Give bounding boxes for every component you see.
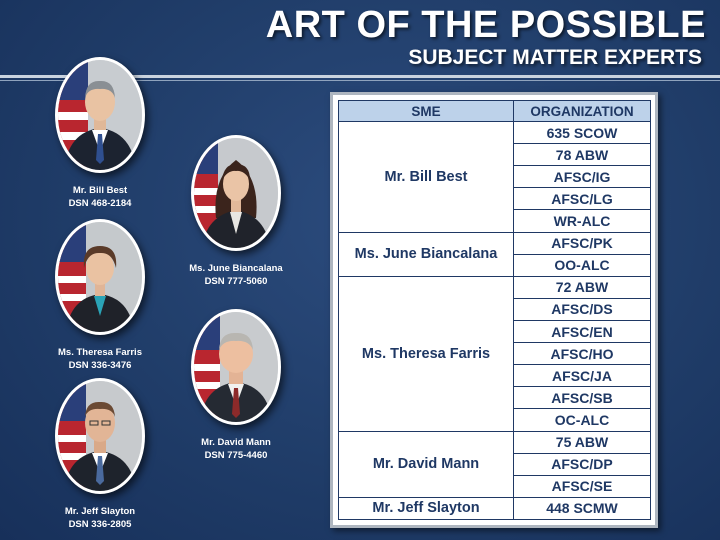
organization-cell: 635 SCOW (513, 120, 651, 145)
table-row: Mr. David Mann 75 ABW (338, 430, 651, 498)
sme-table-frame: SME ORGANIZATION Mr. Bill Best 635 SCOW 78… (330, 92, 658, 528)
organization-cell: AFSC/DS (513, 297, 651, 321)
slide-subtitle: SUBJECT MATTER EXPERTS (408, 46, 702, 69)
organization-cell: AFSC/SE (513, 474, 651, 498)
organization-cell: AFSC/SB (513, 386, 651, 410)
organization-cell: AFSC/JA (513, 364, 651, 388)
expert-card-jeff-slayton: Mr. Jeff Slayton DSN 336-2805 (15, 378, 185, 531)
sme-name-cell: Ms. June Biancalana (338, 231, 514, 277)
organization-cell: 448 SCMW (513, 496, 651, 521)
sme-name-cell: Ms. Theresa Farris (338, 275, 514, 432)
organization-cell: AFSC/HO (513, 342, 651, 366)
sme-name-cell: Mr. David Mann (338, 430, 514, 498)
portrait-photo (191, 135, 281, 251)
expert-dsn: DSN 336-2805 (68, 519, 132, 530)
table-row: Mr. Jeff Slayton 448 SCMW (338, 496, 651, 521)
table-row: Mr. Bill Best 635 SCOW (338, 120, 651, 233)
table-row: Ms. June Biancalana AFSC/PK (338, 231, 651, 277)
sme-name-cell: Mr. Jeff Slayton (338, 496, 514, 521)
organization-cell: AFSC/LG (513, 187, 651, 211)
organization-cell: AFSC/IG (513, 165, 651, 189)
portrait-photo (55, 378, 145, 494)
sme-organization-table: SME ORGANIZATION Mr. Bill Best 635 SCOW 78… (338, 100, 651, 521)
header-sme: SME (338, 100, 514, 122)
organization-cell: AFSC/PK (513, 231, 651, 255)
organization-cell: AFSC/EN (513, 319, 651, 344)
table-header-row: SME ORGANIZATION (338, 100, 651, 122)
organization-cell: OC-ALC (513, 408, 651, 432)
organization-cell: AFSC/DP (513, 452, 651, 476)
portrait-photo (191, 309, 281, 425)
header-organization: ORGANIZATION (513, 100, 651, 122)
organization-cell: 75 ABW (513, 430, 651, 454)
table-body: Mr. Bill Best 635 SCOW 78 ABW AFSC/IG AFSC/L… (338, 120, 651, 521)
portrait-photo (55, 57, 145, 173)
expert-name: Mr. Jeff Slayton (64, 506, 136, 517)
sme-name-cell: Mr. Bill Best (338, 121, 514, 233)
slide-title: ART OF THE POSSIBLE (265, 4, 706, 46)
table-row: Ms. Theresa Farris 72 ABW (338, 275, 651, 432)
organization-cell: 78 ABW (513, 143, 651, 167)
organization-cell: OO-ALC (513, 253, 651, 277)
organization-cell: 72 ABW (513, 275, 651, 299)
portrait-photo (55, 219, 145, 335)
organization-cell: WR-ALC (513, 209, 651, 233)
